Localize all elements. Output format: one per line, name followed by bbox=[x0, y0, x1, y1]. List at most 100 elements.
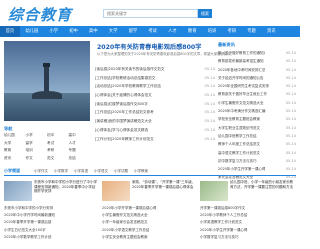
latest-row[interactable]: 2020年全国研究生考试复试安排 05-14 bbox=[218, 84, 296, 92]
nav-item[interactable]: 专题 bbox=[242, 26, 262, 37]
latest-row[interactable]: 初中数学复习方法与技巧 05-14 bbox=[218, 159, 296, 167]
feature-card[interactable]: 东莞市小学和中学的小学分进行了中小学课程安排新通知，2020年春季中小学延期开学… bbox=[4, 180, 98, 202]
nav-item[interactable]: 考试 bbox=[143, 26, 163, 37]
section-tab[interactable]: 小学作文 bbox=[34, 169, 48, 174]
latest-title[interactable]: 2020年全国研究生考试复试安排 bbox=[218, 84, 269, 92]
nav-item[interactable]: 首页 bbox=[0, 26, 20, 37]
news-row[interactable]: [心得体会]关于疫情的心得体会范文 05-14 bbox=[95, 93, 215, 102]
category-link[interactable]: 考研 bbox=[47, 148, 69, 153]
list-item[interactable]: 2020年小学数学教学工作计划 bbox=[4, 235, 98, 242]
section-tab[interactable]: 小学教案 bbox=[134, 169, 148, 174]
list-item[interactable]: 开学第一课观后感800字作文 bbox=[200, 206, 294, 213]
latest-title[interactable]: 关于延迟开学时间的通知公告 bbox=[218, 76, 264, 84]
news-row[interactable]: [心得体会]学习心得体会范文精选 05-14 bbox=[95, 128, 215, 137]
category-link[interactable]: 留学 bbox=[26, 141, 48, 146]
news-title[interactable]: [读后感]红楼梦读后感作文800字 bbox=[95, 102, 148, 111]
feature-thumbnail[interactable] bbox=[200, 181, 228, 201]
category-link[interactable]: 资讯 bbox=[4, 156, 26, 161]
search-button[interactable]: 搜索 bbox=[198, 9, 212, 18]
category-link[interactable]: 专题 bbox=[69, 148, 91, 153]
latest-title[interactable]: 学校安全教育主题班会教案 bbox=[218, 117, 260, 125]
nav-item[interactable]: 人才 bbox=[163, 26, 183, 37]
category-link[interactable]: 范文 bbox=[47, 156, 69, 161]
nav-item[interactable]: 幼儿园 bbox=[20, 26, 44, 37]
news-row[interactable]: [读后感]红楼梦读后感作文800字 05-14 bbox=[95, 102, 215, 111]
category-link[interactable]: 初中 bbox=[47, 133, 69, 138]
latest-title[interactable]: 幼儿园中班教学工作总结 bbox=[218, 134, 257, 142]
category-link[interactable]: 大学 bbox=[4, 141, 26, 146]
latest-row[interactable]: 教育部关于做好毕业生就业工作 05-14 bbox=[218, 92, 296, 100]
nav-item[interactable]: 高中 bbox=[83, 26, 103, 37]
news-row[interactable]: [演讲稿]我的中国梦演讲稿范文大全 05-14 bbox=[95, 119, 215, 128]
nav-item[interactable]: 资讯 bbox=[261, 26, 281, 37]
nav-item[interactable]: 小学 bbox=[44, 26, 64, 37]
latest-row[interactable]: 小学生暑假作文范文精选大全 05-14 bbox=[218, 101, 296, 109]
news-title[interactable]: [演讲稿]我的中国梦演讲稿范文大全 bbox=[95, 119, 152, 128]
list-item[interactable]: 小学生日记范文大全100字 bbox=[4, 228, 98, 235]
featured-image[interactable] bbox=[4, 41, 90, 121]
list-item[interactable]: 2020年中小学开学时间最新通知 bbox=[4, 213, 98, 220]
news-row[interactable]: [读后感]2020年有关读书的读后感作文范文 05-14 bbox=[95, 67, 215, 76]
nav-item[interactable]: 初中 bbox=[64, 26, 84, 37]
category-link[interactable]: 幼儿园 bbox=[4, 133, 26, 138]
list-item[interactable]: 小学数学复习方法与技巧 bbox=[200, 235, 294, 242]
news-title[interactable]: [心得体会]关于疫情的心得体会范文 bbox=[95, 93, 152, 102]
section-tab[interactable]: 小学数学 bbox=[54, 169, 68, 174]
feature-thumbnail[interactable] bbox=[102, 181, 130, 201]
site-logo[interactable]: 综合教育 bbox=[8, 4, 72, 25]
latest-title[interactable]: 2020年各地中考时间安排汇总 bbox=[218, 68, 265, 76]
news-row[interactable]: [工作总结]2020年工作总结范文参考 05-14 bbox=[95, 110, 215, 119]
category-link[interactable]: 高中 bbox=[69, 133, 91, 138]
news-title[interactable]: [工作总结]2020年工作总结范文参考 bbox=[95, 110, 154, 119]
latest-row[interactable]: 教育部发布最新高考招生通知 05-14 bbox=[218, 59, 296, 67]
news-title[interactable]: [工作总结]学校教研活动总结集锦范文 bbox=[95, 76, 155, 85]
news-title[interactable]: [读后感]2020年有关读书的读后感作文范文 bbox=[95, 67, 164, 76]
latest-title[interactable]: 初中数学复习方法与技巧 bbox=[218, 159, 257, 167]
nav-item[interactable]: 教育 bbox=[182, 26, 202, 37]
list-item[interactable]: 小学英语教学工作计划范文 bbox=[200, 220, 294, 227]
feature-text[interactable]: 家政、“劳动课”、“开学第一课”三年级，2020年春季开学第一课观后感心得体会 bbox=[132, 180, 196, 189]
section-tab[interactable]: 小学试题 bbox=[114, 169, 128, 174]
category-link[interactable]: 作文 bbox=[26, 156, 48, 161]
nav-item[interactable]: 培训 bbox=[202, 26, 222, 37]
category-link[interactable]: 培训 bbox=[26, 148, 48, 153]
news-title[interactable]: [心得体会]学习心得体会范文精选 bbox=[95, 128, 148, 137]
list-item[interactable]: 2020年春季开学第一课观后感 bbox=[4, 220, 98, 227]
list-item[interactable]: 小学一年级家长会发言稿范文 bbox=[102, 220, 196, 227]
latest-title[interactable]: 新《关于做好教育工作的通知》 bbox=[218, 51, 267, 59]
feature-card[interactable]: 幼儿园中班、小学一年级的小朋友家长教育方法，开学第一课要注意的问题和方法 bbox=[200, 180, 294, 202]
latest-title[interactable]: 2020年中考满分作文精选汇编 bbox=[218, 109, 265, 117]
search-box[interactable] bbox=[103, 9, 198, 18]
feature-card[interactable]: 家政、“劳动课”、“开学第一课”三年级，2020年春季开学第一课观后感心得体会 bbox=[102, 180, 196, 202]
list-item[interactable]: 小学生暑假作文范文精选大全 bbox=[102, 213, 196, 220]
nav-item[interactable]: 留学 bbox=[123, 26, 143, 37]
latest-title[interactable]: 小学生暑假作文范文精选大全 bbox=[218, 101, 264, 109]
latest-title[interactable]: 教育部关于做好毕业生就业工作 bbox=[218, 92, 267, 100]
latest-row[interactable]: 新《关于做好教育工作的通知》 05-14 bbox=[218, 51, 296, 59]
latest-title[interactable]: 大学生职业生涯规划书范文 bbox=[218, 126, 260, 134]
list-item[interactable]: 2020年小学语文教学工作总结 bbox=[102, 228, 196, 235]
latest-row[interactable]: 关于延迟开学时间的通知公告 05-14 bbox=[218, 76, 296, 84]
section-tab[interactable]: 小学英语 bbox=[74, 169, 88, 174]
section-tab[interactable]: 小学语文 bbox=[94, 169, 108, 174]
nav-item[interactable]: 大学 bbox=[103, 26, 123, 37]
list-item[interactable]: 2020年小学生开学第一课心得 bbox=[200, 228, 294, 235]
latest-row[interactable]: 学校安全教育主题班会教案 05-14 bbox=[218, 117, 296, 125]
list-item[interactable]: 东莞市小学和中学的小学分安排 bbox=[4, 206, 98, 213]
latest-row[interactable]: 高中语文教学工作计划范文 05-14 bbox=[218, 151, 296, 159]
nav-item[interactable]: 考研 bbox=[222, 26, 242, 37]
search-input[interactable] bbox=[104, 10, 197, 17]
latest-row[interactable]: 2020年中考满分作文精选汇编 05-14 bbox=[218, 109, 296, 117]
news-row[interactable]: [工作计划]2020年教师工作计划范文 05-14 bbox=[95, 137, 215, 146]
latest-title[interactable]: 教育部发布最新高考招生通知 bbox=[218, 59, 264, 67]
feature-text[interactable]: 幼儿园中班、小学一年级的小朋友家长教育方法，开学第一课要注意的问题和方法 bbox=[230, 180, 294, 189]
latest-row[interactable]: 大学生职业生涯规划书范文 05-14 bbox=[218, 126, 296, 134]
feature-text[interactable]: 东莞市小学和中学的小学分进行了中小学课程安排新通知，2020年春季中小学延期开学… bbox=[34, 180, 98, 194]
headline-link[interactable]: 2020年有关防青春电影观后感800字 bbox=[97, 42, 217, 51]
category-link[interactable]: 考试 bbox=[47, 141, 69, 146]
latest-row[interactable]: 2020年各地中考时间安排汇总 05-14 bbox=[218, 68, 296, 76]
list-item[interactable]: 2020年小学教师个人工作总结 bbox=[200, 213, 294, 220]
news-row[interactable]: [活动总结]2020年学校教育教学工作总结 05-14 bbox=[95, 84, 215, 93]
category-link[interactable]: 教育 bbox=[4, 148, 26, 153]
news-title[interactable]: [工作计划]2020年教师工作计划范文 bbox=[95, 137, 154, 146]
